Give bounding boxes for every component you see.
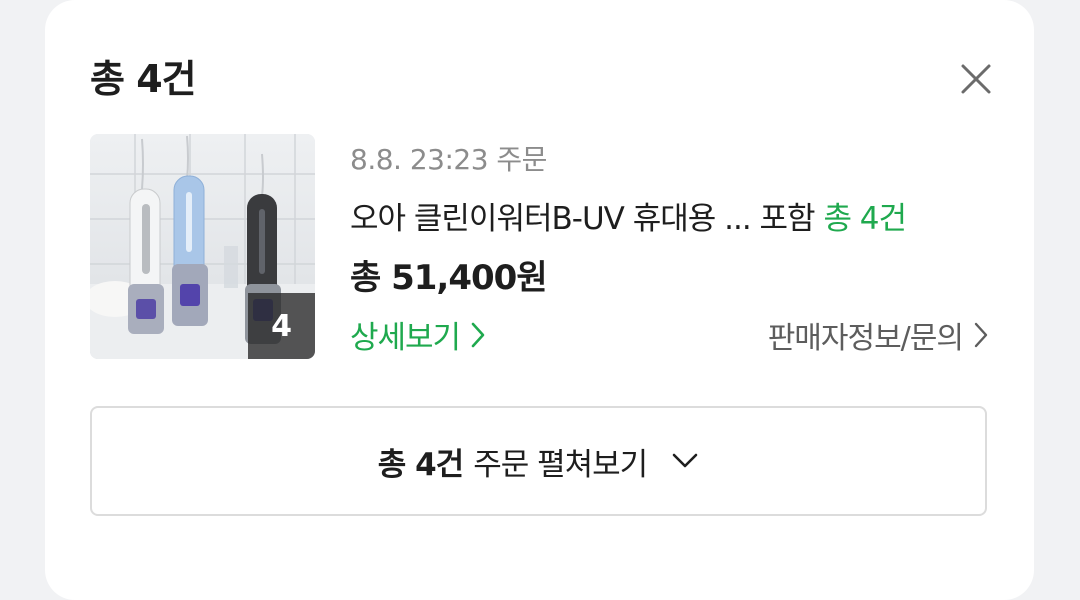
product-count: 총 4건: [823, 201, 907, 237]
order-detail-label: 상세보기: [350, 320, 461, 356]
order-detail-link[interactable]: 상세보기: [350, 312, 486, 357]
expand-count-label: 총 4건: [377, 446, 464, 483]
order-date: 8.8. 23:23 주문: [350, 143, 547, 176]
product-name: 오아 클린이워터B-UV 휴대용 ... 포함: [350, 201, 816, 237]
order-card: 총 4건 4 8.8. 23:23 주문 오아 클린이워터B-UV 휴대용 ..…: [45, 0, 1034, 600]
close-icon: [961, 64, 991, 94]
expand-action-label: 주문 펼쳐보기: [473, 446, 648, 483]
chevron-right-icon: [974, 322, 988, 348]
seller-info-link[interactable]: 판매자정보/문의: [768, 313, 989, 357]
close-button[interactable]: [959, 62, 993, 96]
total-price: 총 51,400원: [350, 258, 548, 298]
product-thumbnail[interactable]: 4: [90, 134, 315, 359]
product-summary[interactable]: 오아 클린이워터B-UV 휴대용 ... 포함 총 4건: [350, 193, 990, 238]
chevron-down-icon: [671, 452, 699, 470]
expand-orders-button[interactable]: 총 4건 주문 펼쳐보기: [90, 406, 987, 516]
seller-info-label: 판매자정보/문의: [767, 321, 964, 356]
image-count-badge: 4: [248, 293, 315, 359]
order-count-title: 총 4건: [90, 57, 197, 101]
chevron-right-icon: [471, 322, 485, 347]
